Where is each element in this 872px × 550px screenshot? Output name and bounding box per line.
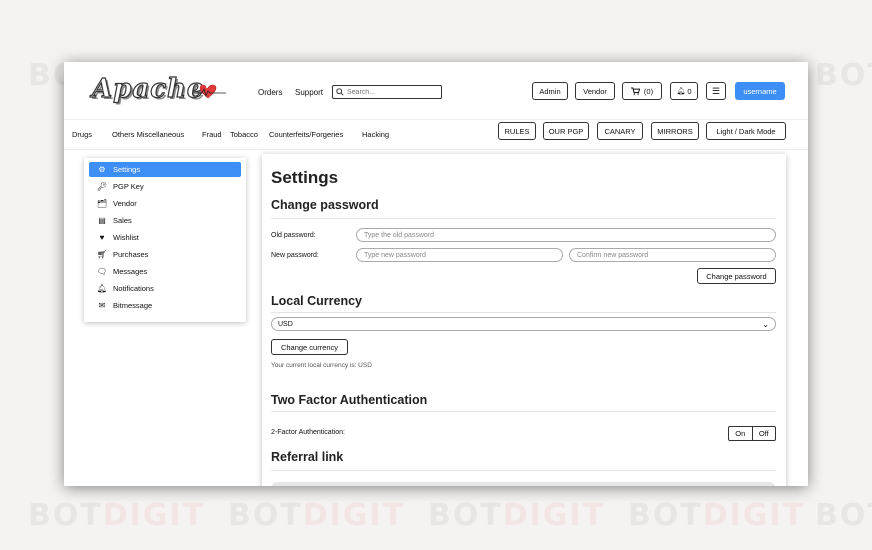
- local-currency-heading: Local Currency: [271, 294, 363, 308]
- our-pgp-button[interactable]: OUR PGP: [543, 122, 589, 140]
- sidebar-item-label: Wishlist: [113, 233, 139, 242]
- id-card-icon: 🗂︎: [96, 199, 108, 208]
- key-icon: 🔑︎: [96, 182, 108, 191]
- category-hacking[interactable]: Hacking: [362, 130, 389, 139]
- bell-icon: 🔔︎: [96, 284, 108, 293]
- currency-selected-value: USD: [278, 320, 293, 328]
- change-password-button[interactable]: Change password: [697, 268, 776, 284]
- divider: [271, 218, 776, 219]
- old-password-field[interactable]: Type the old password: [356, 228, 776, 242]
- cart-icon: [630, 87, 640, 95]
- hamburger-icon: ☰: [711, 85, 721, 96]
- sidebar-item-label: Vendor: [113, 199, 137, 208]
- nav-orders[interactable]: Orders: [258, 88, 282, 97]
- sidebar-item-label: Settings: [113, 165, 141, 174]
- page-title: Settings: [271, 168, 339, 187]
- watermark-text: BOTDIGIT: [428, 498, 606, 533]
- bell-icon: 🔔︎: [676, 88, 686, 95]
- referral-heading: Referral link: [271, 450, 344, 464]
- category-fraud[interactable]: Fraud: [202, 130, 222, 139]
- sidebar-item-wishlist[interactable]: ♥ Wishlist: [89, 230, 241, 245]
- rules-button[interactable]: RULES: [498, 122, 536, 140]
- confirm-password-field[interactable]: Confirm new password: [569, 248, 776, 262]
- messages-icon: 🗨︎: [96, 267, 108, 276]
- search-icon: [336, 88, 344, 96]
- divider: [271, 411, 776, 412]
- two-factor-on-button[interactable]: On: [729, 427, 753, 440]
- top-bar: Apache Orders Support Admin Vendor (0) 🔔…: [64, 62, 808, 120]
- two-factor-off-button[interactable]: Off: [753, 427, 776, 440]
- cart-count: (0): [643, 86, 654, 96]
- notifications-button[interactable]: 🔔︎ 0: [670, 82, 698, 100]
- cart-icon: 🛒︎: [96, 250, 108, 259]
- site-logo[interactable]: Apache: [91, 73, 204, 104]
- search-box[interactable]: [332, 85, 442, 99]
- sidebar-item-sales[interactable]: ▤ Sales: [89, 213, 241, 228]
- sidebar-item-notifications[interactable]: 🔔︎ Notifications: [89, 281, 241, 296]
- heart-icon: ♥: [99, 233, 105, 242]
- two-factor-toggle: On Off: [728, 426, 776, 441]
- username-button[interactable]: username: [735, 82, 785, 100]
- cart-button[interactable]: (0): [622, 82, 662, 100]
- two-factor-heading: Two Factor Authentication: [271, 393, 428, 407]
- category-drugs[interactable]: Drugs: [72, 130, 92, 139]
- watermark-text: BOTDIGIT: [628, 498, 806, 533]
- referral-link-field[interactable]: [271, 482, 776, 486]
- theme-toggle-button[interactable]: Light / Dark Mode: [706, 122, 786, 140]
- gear-icon: ⚙: [98, 165, 106, 174]
- currency-select[interactable]: USD ⌄: [271, 317, 776, 331]
- new-password-field[interactable]: Type new password: [356, 248, 563, 262]
- sidebar: ⚙ Settings 🔑︎ PGP Key 🗂︎ Vendor ▤ Sales …: [84, 158, 246, 322]
- sidebar-item-bitmessage[interactable]: ✉ Bitmessage: [89, 298, 241, 313]
- settings-panel: Settings Change password Old password: T…: [262, 154, 786, 486]
- category-tobacco[interactable]: Tobacco: [230, 130, 258, 139]
- search-input[interactable]: [347, 88, 437, 96]
- watermark-text: BOT: [815, 58, 872, 93]
- admin-button[interactable]: Admin: [532, 82, 568, 100]
- canary-button[interactable]: CANARY: [597, 122, 643, 140]
- divider: [271, 470, 776, 471]
- watermark-text: BOTDIGIT: [228, 498, 406, 533]
- watermark-text: BOTDIGIT: [28, 498, 206, 533]
- mirrors-button[interactable]: MIRRORS: [651, 122, 699, 140]
- menu-button[interactable]: ☰: [706, 82, 726, 100]
- new-password-label: New password:: [271, 252, 319, 259]
- sidebar-item-settings[interactable]: ⚙ Settings: [89, 162, 241, 177]
- change-currency-button[interactable]: Change currency: [271, 339, 348, 355]
- vendor-button[interactable]: Vendor: [575, 82, 615, 100]
- category-others-misc[interactable]: Others Miscellaneous: [112, 130, 184, 139]
- category-counterfeits[interactable]: Counterfeits/Forgeries: [269, 130, 343, 139]
- sidebar-item-label: Messages: [113, 267, 148, 276]
- sidebar-item-messages[interactable]: 🗨︎ Messages: [89, 264, 241, 279]
- sidebar-item-label: Purchases: [113, 250, 149, 259]
- sidebar-item-label: PGP Key: [113, 182, 144, 191]
- old-password-label: Old password:: [271, 232, 316, 239]
- sidebar-item-pgp-key[interactable]: 🔑︎ PGP Key: [89, 179, 241, 194]
- currency-note: Your current local currency is: USD: [271, 362, 372, 369]
- divider: [271, 312, 776, 313]
- ledger-icon: ▤: [98, 216, 106, 225]
- sidebar-item-purchases[interactable]: 🛒︎ Purchases: [89, 247, 241, 262]
- sidebar-item-vendor[interactable]: 🗂︎ Vendor: [89, 196, 241, 211]
- notifications-count: 0: [687, 86, 692, 96]
- chevron-down-icon: ⌄: [762, 319, 769, 329]
- nav-support[interactable]: Support: [295, 88, 323, 97]
- sidebar-item-label: Bitmessage: [113, 301, 153, 310]
- category-bar: Drugs Others Miscellaneous Fraud Tobacco…: [64, 120, 808, 150]
- two-factor-label: 2-Factor Authentication:: [271, 429, 345, 436]
- heart-pulse-icon: [196, 84, 226, 99]
- change-password-heading: Change password: [271, 198, 379, 212]
- sidebar-item-label: Sales: [113, 216, 132, 225]
- sidebar-item-label: Notifications: [113, 284, 154, 293]
- browser-frame: Apache Orders Support Admin Vendor (0) 🔔…: [64, 62, 808, 486]
- watermark-text: BOT: [815, 498, 872, 533]
- envelope-icon: ✉: [98, 301, 106, 310]
